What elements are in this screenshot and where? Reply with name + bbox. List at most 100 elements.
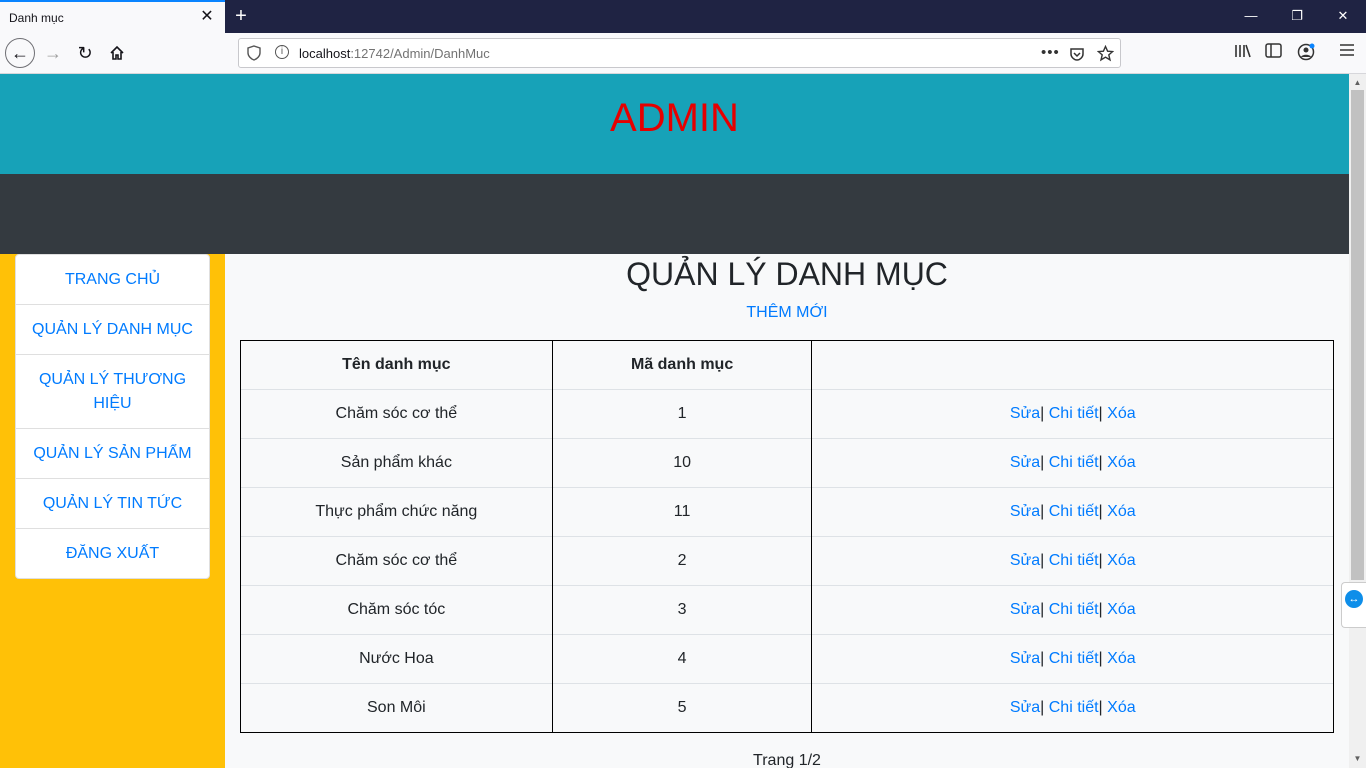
home-icon (110, 45, 124, 60)
category-name-cell: Chăm sóc tóc (240, 585, 553, 635)
row-actions-cell: Sửa| Chi tiết| Xóa (811, 487, 1334, 537)
column-header-actions (811, 340, 1334, 390)
delete-link[interactable]: Xóa (1107, 405, 1135, 422)
browser-tab[interactable]: Danh mục ✕ (0, 0, 225, 33)
home-button[interactable] (102, 38, 132, 68)
action-separator: | (1040, 650, 1045, 667)
page-scrollbar[interactable]: ▲ ▼ (1349, 74, 1366, 768)
sidebar-item-logout[interactable]: ĐĂNG XUẤT (16, 529, 209, 578)
sidebar-item-news[interactable]: QUẢN LÝ TIN TỨC (16, 479, 209, 529)
scroll-up-arrow-icon[interactable]: ▲ (1352, 78, 1363, 88)
pagination-text: Trang 1/2 (753, 752, 821, 768)
delete-link[interactable]: Xóa (1107, 601, 1135, 618)
detail-link[interactable]: Chi tiết (1049, 650, 1099, 667)
category-code-cell: 1 (552, 389, 813, 439)
forward-button[interactable]: → (38, 38, 68, 68)
account-icon[interactable] (1297, 43, 1315, 61)
reload-icon: ↻ (77, 43, 93, 63)
delete-link[interactable]: Xóa (1107, 552, 1135, 569)
add-new-link[interactable]: THÊM MỚI (746, 304, 827, 321)
edit-link[interactable]: Sửa (1010, 454, 1040, 471)
sidebar-icon[interactable] (1265, 43, 1282, 58)
info-icon[interactable]: i (275, 45, 289, 59)
menu-icon[interactable] (1339, 43, 1355, 57)
category-code-cell: 3 (552, 585, 813, 635)
star-icon[interactable] (1097, 45, 1114, 62)
site-header: ADMIN (0, 74, 1349, 174)
detail-link[interactable]: Chi tiết (1049, 405, 1099, 422)
back-button[interactable]: ← (5, 38, 35, 68)
delete-link[interactable]: Xóa (1107, 503, 1135, 520)
close-icon[interactable]: ✕ (198, 8, 216, 26)
action-separator: | (1098, 405, 1103, 422)
restore-button[interactable]: ❐ (1277, 4, 1317, 28)
sidebar-item-brands[interactable]: QUẢN LÝ THƯƠNG HIỆU (16, 355, 209, 429)
close-window-button[interactable]: ✕ (1323, 4, 1363, 28)
table-row: Chăm sóc cơ thể 1 Sửa| Chi tiết| Xóa (240, 389, 1334, 439)
minimize-button[interactable]: — (1231, 4, 1271, 28)
url-text[interactable]: localhost:12742/Admin/DanhMuc (299, 46, 490, 61)
table-header-row: Tên danh mục Mã danh mục (240, 340, 1334, 390)
action-separator: | (1098, 552, 1103, 569)
pocket-icon[interactable] (1069, 46, 1085, 62)
table-row: Chăm sóc tóc 3 Sửa| Chi tiết| Xóa (240, 585, 1334, 635)
edit-link[interactable]: Sửa (1010, 503, 1040, 520)
action-separator: | (1098, 454, 1103, 471)
column-header-name: Tên danh mục (240, 340, 553, 390)
reload-button[interactable]: ↻ (70, 38, 100, 68)
url-bar[interactable]: i localhost:12742/Admin/DanhMuc ••• (238, 38, 1121, 68)
page-content: ADMIN TRANG CHỦ QUẢN LÝ DANH MỤC QUẢN LÝ… (0, 74, 1349, 768)
edit-link[interactable]: Sửa (1010, 699, 1040, 716)
category-code-cell: 2 (552, 536, 813, 586)
detail-link[interactable]: Chi tiết (1049, 454, 1099, 471)
table-row: Sản phẩm khác 10 Sửa| Chi tiết| Xóa (240, 438, 1334, 488)
page-title: QUẢN LÝ DANH MỤC (626, 256, 948, 292)
category-name-cell: Chăm sóc cơ thể (240, 536, 553, 586)
main-panel: QUẢN LÝ DANH MỤC THÊM MỚI Tên danh mục M… (225, 254, 1349, 768)
scrollbar-thumb[interactable] (1351, 90, 1364, 580)
detail-link[interactable]: Chi tiết (1049, 503, 1099, 520)
edit-link[interactable]: Sửa (1010, 405, 1040, 422)
delete-link[interactable]: Xóa (1107, 650, 1135, 667)
action-separator: | (1098, 699, 1103, 716)
action-separator: | (1040, 699, 1045, 716)
action-separator: | (1098, 503, 1103, 520)
delete-link[interactable]: Xóa (1107, 699, 1135, 716)
edit-link[interactable]: Sửa (1010, 601, 1040, 618)
sidebar-item-products[interactable]: QUẢN LÝ SẢN PHẨM (16, 429, 209, 479)
action-separator: | (1040, 552, 1045, 569)
arrow-left-icon: ← (11, 43, 29, 63)
category-table: Tên danh mục Mã danh mục Chăm sóc cơ thể… (240, 340, 1334, 733)
library-icon[interactable] (1234, 43, 1252, 59)
sidebar-item-home[interactable]: TRANG CHỦ (16, 255, 209, 305)
table-row: Nước Hoa 4 Sửa| Chi tiết| Xóa (240, 634, 1334, 684)
row-actions-cell: Sửa| Chi tiết| Xóa (811, 585, 1334, 635)
table-row: Thực phẩm chức năng 11 Sửa| Chi tiết| Xóa (240, 487, 1334, 537)
table-row: Chăm sóc cơ thể 2 Sửa| Chi tiết| Xóa (240, 536, 1334, 586)
category-code-cell: 10 (552, 438, 813, 488)
detail-link[interactable]: Chi tiết (1049, 552, 1099, 569)
category-code-cell: 11 (552, 487, 813, 537)
scroll-down-arrow-icon[interactable]: ▼ (1352, 754, 1363, 764)
category-name-cell: Chăm sóc cơ thể (240, 389, 553, 439)
row-actions-cell: Sửa| Chi tiết| Xóa (811, 683, 1334, 733)
table-row: Son Môi 5 Sửa| Chi tiết| Xóa (240, 683, 1334, 733)
category-name-cell: Son Môi (240, 683, 553, 733)
edit-link[interactable]: Sửa (1010, 650, 1040, 667)
action-separator: | (1040, 405, 1045, 422)
detail-link[interactable]: Chi tiết (1049, 601, 1099, 618)
top-navbar (0, 174, 1349, 254)
new-tab-button[interactable]: + (229, 5, 253, 27)
edit-link[interactable]: Sửa (1010, 552, 1040, 569)
row-actions-cell: Sửa| Chi tiết| Xóa (811, 438, 1334, 488)
page-actions-icon[interactable]: ••• (1041, 44, 1060, 61)
sidebar-item-categories[interactable]: QUẢN LÝ DANH MỤC (16, 305, 209, 355)
shield-icon[interactable] (247, 45, 261, 61)
teamviewer-widget[interactable]: ↔ (1341, 582, 1366, 628)
detail-link[interactable]: Chi tiết (1049, 699, 1099, 716)
category-name-cell: Sản phẩm khác (240, 438, 553, 488)
sidebar-menu: TRANG CHỦ QUẢN LÝ DANH MỤC QUẢN LÝ THƯƠN… (15, 254, 210, 579)
delete-link[interactable]: Xóa (1107, 454, 1135, 471)
column-header-code: Mã danh mục (552, 340, 813, 390)
browser-toolbar: ← → ↻ i localhost:12742/Admin/DanhMuc ••… (0, 33, 1366, 74)
